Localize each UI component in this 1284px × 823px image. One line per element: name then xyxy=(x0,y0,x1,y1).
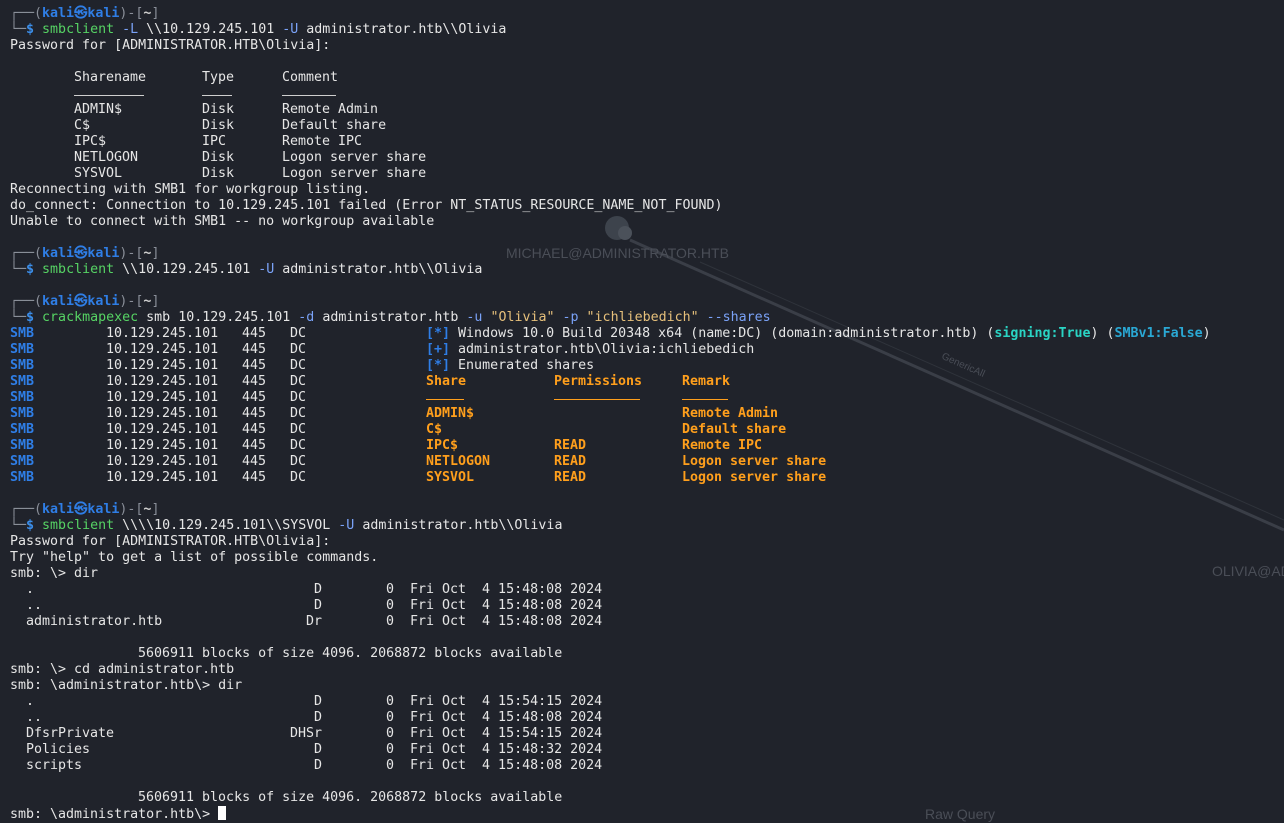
table-row: SMB 10.129.245.101 445 DC ADMIN$ Remote Admin xyxy=(10,406,779,421)
list-item: . D 0 Fri Oct 4 15:48:08 2024 xyxy=(26,582,603,597)
list-item: administrator.htb Dr 0 Fri Oct 4 15:48:08 2… xyxy=(26,614,603,629)
table-row: SMB 10.129.245.101 445 DC IPC$ READ Remote IPC xyxy=(10,438,763,453)
output-line: Unable to connect with SMB1 -- no workgr… xyxy=(10,214,435,229)
password-prompt: Password for [ADMINISTRATOR.HTB\Olivia]: xyxy=(10,38,331,53)
table-row: ADMIN$ Disk Remote Admin xyxy=(74,102,379,117)
smb-prompt-text: smb: \administrator.htb\> xyxy=(10,807,219,822)
cme-line: SMB 10.129.245.101 445 DC [+] administrator.… xyxy=(10,342,755,357)
table-row: SYSVOL Disk Logon server share xyxy=(74,166,427,181)
command-line: └─$ smbclient \\\\10.129.245.101\\SYSVOL… xyxy=(10,518,563,533)
prompt-line: ┌──(kali㉿kali)-[~] xyxy=(10,294,160,309)
list-item: Policies D 0 Fri Oct 4 15:48:32 2024 xyxy=(26,742,603,757)
output-line: do_connect: Connection to 10.129.245.101… xyxy=(10,198,723,213)
table-row: NETLOGON Disk Logon server share xyxy=(74,150,427,165)
list-item: DfsrPrivate DHSr 0 Fri Oct 4 15:54:15 2024 xyxy=(26,726,603,741)
terminal-output[interactable]: ┌──(kali㉿kali)-[~] └─$ smbclient -L \\10… xyxy=(10,6,1280,822)
prompt-line: ┌──(kali㉿kali)-[~] xyxy=(10,246,160,261)
list-item: .. D 0 Fri Oct 4 15:48:08 2024 xyxy=(26,710,603,725)
smb-prompt: smb: \> dir xyxy=(10,566,99,581)
command-line: └─$ smbclient \\10.129.245.101 -U admini… xyxy=(10,262,483,277)
cme-share-underline: SMB 10.129.245.101 445 DC xyxy=(10,390,1280,406)
prompt-line: ┌──(kali㉿kali)-[~] xyxy=(10,6,160,21)
cme-line: SMB 10.129.245.101 445 DC [*] Windows 10.0 B… xyxy=(10,326,1211,341)
cme-share-header: SMB 10.129.245.101 445 DC Share Permissions Re… xyxy=(10,374,731,389)
list-item: .. D 0 Fri Oct 4 15:48:08 2024 xyxy=(26,598,603,613)
table-row: SMB 10.129.245.101 445 DC C$ Default share xyxy=(10,422,787,437)
text-cursor[interactable] xyxy=(218,806,227,820)
smb-prompt: smb: \> cd administrator.htb xyxy=(10,662,235,677)
blocks-info: 5606911 blocks of size 4096. 2068872 blo… xyxy=(138,646,563,661)
share-table-header: Sharename Type Comment xyxy=(74,70,339,85)
active-smb-prompt[interactable]: smb: \administrator.htb\> xyxy=(10,806,1280,822)
blocks-info: 5606911 blocks of size 4096. 2068872 blo… xyxy=(138,790,563,805)
password-prompt: Password for [ADMINISTRATOR.HTB\Olivia]: xyxy=(10,534,331,549)
list-item: . D 0 Fri Oct 4 15:54:15 2024 xyxy=(26,694,603,709)
table-row: C$ Disk Default share xyxy=(74,118,387,133)
list-item: scripts D 0 Fri Oct 4 15:48:08 2024 xyxy=(26,758,603,773)
prompt-line: ┌──(kali㉿kali)-[~] xyxy=(10,502,160,517)
table-row: IPC$ IPC Remote IPC xyxy=(74,134,363,149)
command-line: └─$ crackmapexec smb 10.129.245.101 -d a… xyxy=(10,310,771,325)
output-line: Try "help" to get a list of possible com… xyxy=(10,550,379,565)
table-row: SMB 10.129.245.101 445 DC NETLOGON READ Logon … xyxy=(10,454,827,469)
table-row: SMB 10.129.245.101 445 DC SYSVOL READ Logon se… xyxy=(10,470,827,485)
command-line: └─$ smbclient -L \\10.129.245.101 -U adm… xyxy=(10,22,507,37)
output-line: Reconnecting with SMB1 for workgroup lis… xyxy=(10,182,371,197)
share-table-underline xyxy=(10,86,1280,102)
smb-prompt: smb: \administrator.htb\> dir xyxy=(10,678,243,693)
cme-line: SMB 10.129.245.101 445 DC [*] Enumerated sha… xyxy=(10,358,595,373)
